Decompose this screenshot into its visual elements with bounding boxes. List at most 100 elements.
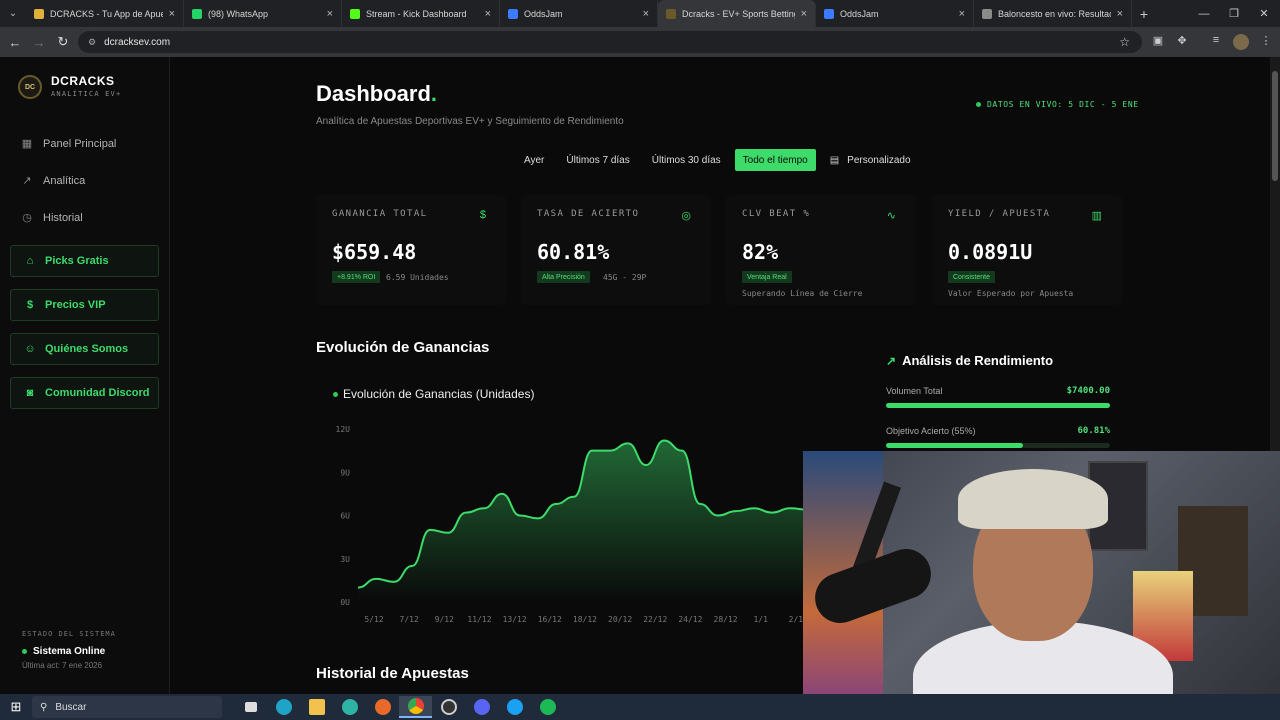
puzzle-icon[interactable]: ✥ [1174,34,1190,50]
browser-tab[interactable]: OddsJam × [500,0,658,27]
perf-label: Volumen Total [886,386,943,396]
reload-icon[interactable]: ↻ [51,34,75,50]
chrome-icon[interactable] [399,696,432,718]
tab-close-icon[interactable]: × [959,8,965,20]
file-explorer-icon[interactable] [300,696,333,718]
y-tick-label: 9U [340,468,350,477]
task-view-icon[interactable] [234,696,267,718]
tab-favicon-icon [34,8,44,19]
target-icon: ◎ [681,210,691,222]
system-updated: Última act: 7 ene 2026 [22,661,103,670]
new-tab-button[interactable]: + [1132,6,1156,22]
messenger-icon[interactable] [498,696,531,718]
filter-ayer[interactable]: Ayer [516,149,552,171]
page-subtitle: Analítica de Apuestas Deportivas EV+ y S… [316,116,624,127]
browser-tab[interactable]: OddsJam × [816,0,974,27]
filter-todo-el-tiempo[interactable]: Todo el tiempo [734,149,816,171]
card-value: 0.0891U [948,240,1033,264]
browser-tab[interactable]: Dcracks - EV+ Sports Betting An × [658,0,816,27]
back-icon[interactable]: ← [3,35,27,50]
title-dot: . [430,81,438,106]
brand-logo[interactable]: DC [18,75,42,99]
discord-icon[interactable] [465,696,498,718]
perf-row-volumen: Volumen Total $7400.00 [886,386,1110,396]
section-title-evolution: Evolución de Ganancias [316,339,490,356]
trend-icon: ↗ [886,353,897,368]
perf-row-objetivo: Objetivo Acierto (55%) 60.81% [886,426,1110,436]
y-tick-label: 12U [336,425,351,434]
system-label: ESTADO DEL SISTEMA [22,630,116,638]
card-aux: 6.59 Unidades [386,273,449,282]
x-tick-label: 11/12 [467,615,491,624]
tab-close-icon[interactable]: × [1117,8,1123,20]
comunidad-discord-button[interactable]: ◙ Comunidad Discord [10,377,159,409]
filter-7-dias[interactable]: Últimos 7 días [558,149,637,171]
chart-title-dot [333,391,338,397]
windows-start-icon[interactable]: ⊞ [0,699,32,715]
browser-tab[interactable]: Baloncesto en vivo: Resultados × [974,0,1132,27]
precios-vip-button[interactable]: $ Precios VIP [10,289,159,321]
grid-icon: ▦ [21,138,33,150]
card-badge: +8.91% ROI [332,271,381,283]
x-tick-label: 28/12 [714,615,738,624]
card-label: YIELD / APUESTA [948,209,1051,219]
bookmark-star-icon[interactable]: ☆ [1119,35,1130,49]
person-cap [958,469,1108,529]
nav-analitica[interactable]: ↗ Analítica [20,174,85,188]
system-status: Sistema Online [22,646,105,657]
site-info-icon[interactable]: ⚙ [88,37,96,48]
edge-dev-icon[interactable] [333,696,366,718]
taskbar-search[interactable]: ⚲ Buscar [32,696,222,718]
browser-menu-icon[interactable]: ⋮ [1258,34,1274,50]
card-label: TASA DE ACIERTO [537,209,640,219]
tab-close-icon[interactable]: × [327,8,333,20]
browser-tab[interactable]: (98) WhatsApp × [184,0,342,27]
stat-card-ganancia: GANANCIA TOTAL $ $659.48 +8.91% ROI 6.59… [316,195,506,305]
card-label: GANANCIA TOTAL [332,209,428,219]
nav-historial[interactable]: ◷ Historial [20,211,83,225]
picks-gratis-button[interactable]: ⌂ Picks Gratis [10,245,159,277]
card-badge: Consistente [948,271,995,283]
card-note: Superando Línea de Cierre [742,289,863,298]
card-label: CLV BEAT % [742,209,811,219]
card-badge: Ventaja Real [742,271,792,283]
media-icon[interactable]: ≡ [1208,34,1224,50]
tab-title: OddsJam [524,8,563,19]
nav-panel-principal[interactable]: ▦ Panel Principal [20,137,117,151]
x-tick-label: 13/12 [503,615,527,624]
x-tick-label: 2/1 [789,615,804,624]
browser-tab[interactable]: Stream - Kick Dashboard × [342,0,500,27]
gift-icon: ⌂ [26,255,34,267]
dollar-icon: $ [26,299,34,311]
edge-icon[interactable] [267,696,300,718]
tab-close-icon[interactable]: × [643,8,649,20]
quienes-somos-button[interactable]: ☺ Quiénes Somos [10,333,159,365]
extension-icon[interactable]: ▣ [1150,34,1166,50]
browser-tab[interactable]: DCRACKS - Tu App de Apuestas × [26,0,184,27]
tab-search-icon[interactable]: ⌄ [0,0,26,27]
filter-30-dias[interactable]: Últimos 30 días [644,149,729,171]
forward-icon[interactable]: → [27,35,51,50]
obs-icon[interactable] [432,696,465,718]
tab-title: Dcracks - EV+ Sports Betting An [682,8,795,19]
profile-avatar[interactable] [1233,34,1249,50]
spotify-icon[interactable] [531,696,564,718]
url-field[interactable]: ⚙ dcracksev.com ☆ [78,31,1142,53]
scrollbar-thumb[interactable] [1272,71,1278,181]
minimize-icon[interactable]: — [1188,0,1220,27]
brand-name: DCRACKS [51,74,115,88]
filter-personalizado[interactable]: ▤ Personalizado [822,149,919,171]
close-window-icon[interactable]: ✕ [1248,0,1280,27]
performance-title: ↗ Análisis de Rendimiento [886,353,1110,368]
tab-close-icon[interactable]: × [801,8,807,20]
tab-close-icon[interactable]: × [169,8,175,20]
dollar-icon: $ [479,209,486,221]
tab-close-icon[interactable]: × [485,8,491,20]
perf-bar-objetivo [886,443,1110,448]
restore-icon[interactable]: ❐ [1218,0,1250,27]
page-title-text: Dashboard [316,81,431,106]
tab-title: Stream - Kick Dashboard [366,8,467,19]
history-icon: ◷ [22,212,32,224]
brave-icon[interactable] [366,696,399,718]
x-tick-label: 7/12 [400,615,419,624]
